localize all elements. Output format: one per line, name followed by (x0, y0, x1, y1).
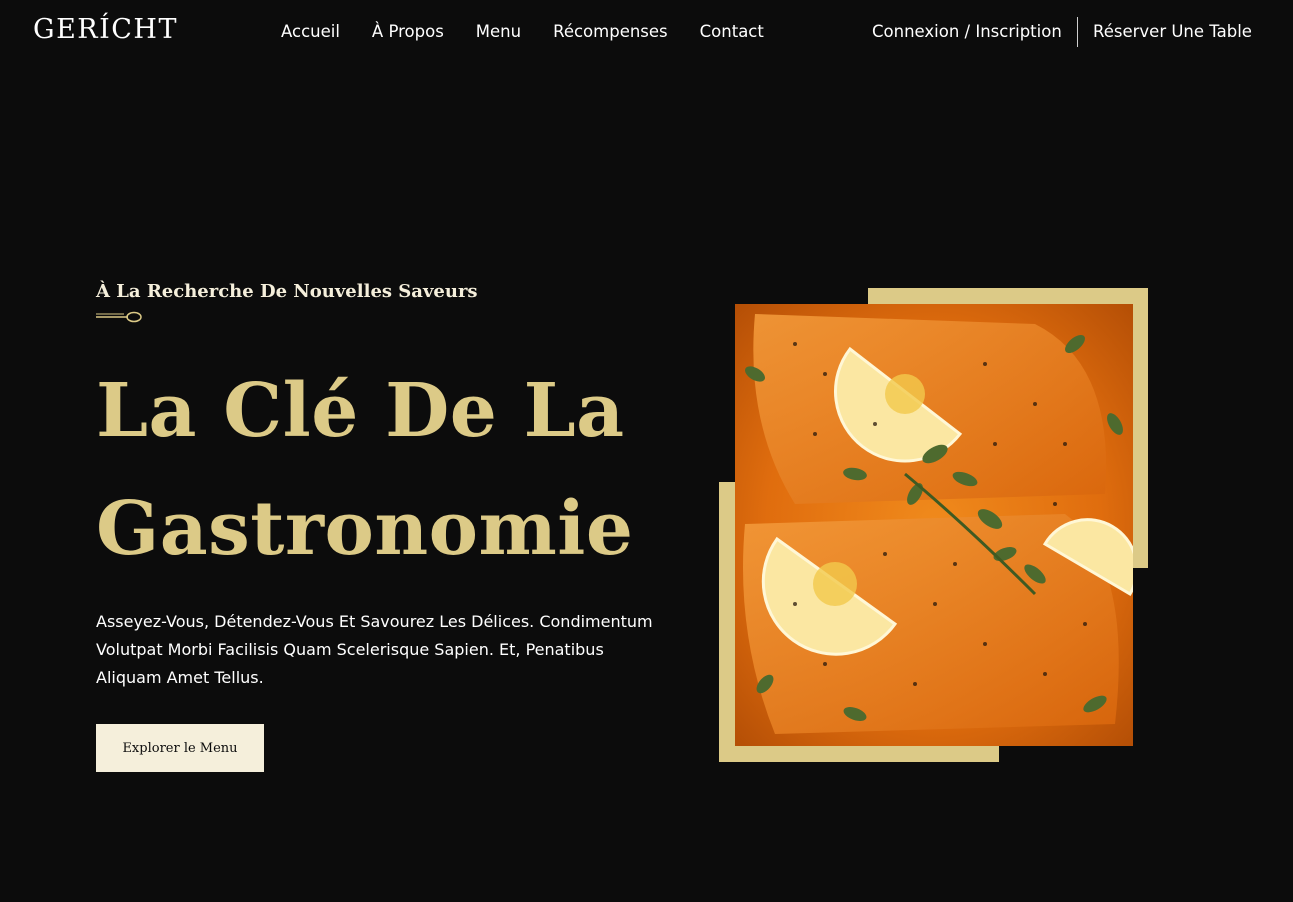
spoon-icon (96, 311, 142, 323)
hero-subtitle: À La Recherche De Nouvelles Saveurs (96, 281, 478, 302)
nav-link-contact[interactable]: Contact (700, 21, 764, 43)
logo[interactable]: GERÍCHT (33, 14, 178, 45)
explore-menu-button[interactable]: Explorer le Menu (96, 724, 264, 772)
reserve-table-link[interactable]: Réserver Une Table (1093, 21, 1252, 43)
nav-divider (1077, 17, 1078, 47)
hero-description: Asseyez-Vous, Détendez-Vous Et Savourez … (96, 612, 653, 687)
nav-link-recompenses[interactable]: Récompenses (553, 21, 668, 43)
hero-title-line1: La Clé De La (96, 368, 625, 454)
main-nav: Accueil À Propos Menu Récompenses Contac… (281, 21, 764, 43)
login-link[interactable]: Connexion / Inscription (872, 21, 1062, 43)
hero-food-image (735, 304, 1133, 746)
hero-title-line2: Gastronomie (96, 486, 634, 572)
hero-title: La Clé De La Gastronomie (96, 352, 633, 588)
nav-link-accueil[interactable]: Accueil (281, 21, 340, 43)
nav-link-a-propos[interactable]: À Propos (372, 21, 444, 43)
nav-link-menu[interactable]: Menu (476, 21, 521, 43)
